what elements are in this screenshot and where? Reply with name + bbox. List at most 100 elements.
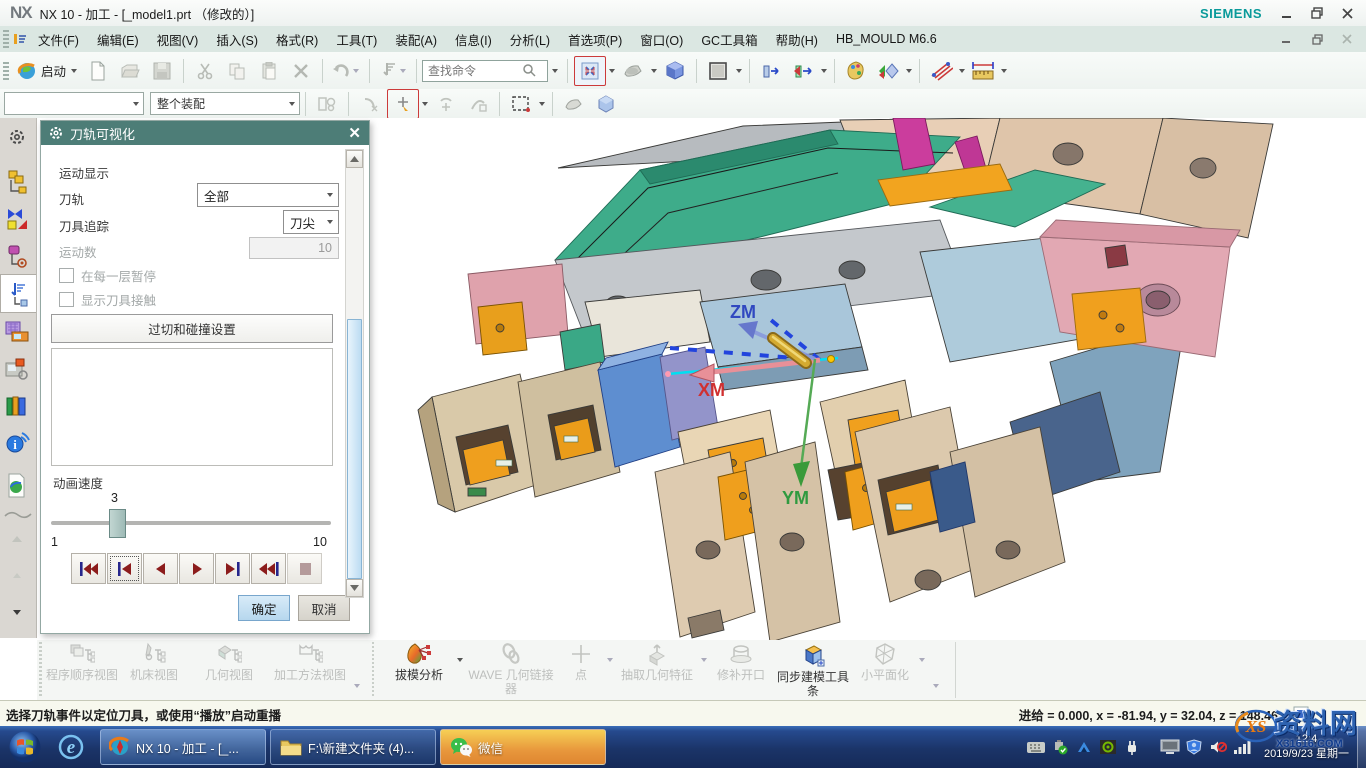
constraint-navigator-tab[interactable]	[0, 200, 34, 237]
tray-action-center-icon[interactable]	[1184, 738, 1204, 756]
true-shading-button[interactable]	[873, 57, 903, 85]
fit-view-button[interactable]	[574, 56, 606, 86]
play-forward-button[interactable]	[179, 553, 214, 584]
display-mode-button[interactable]	[618, 57, 648, 85]
pause-each-level-checkbox[interactable]: 在每一层暂停	[59, 266, 156, 285]
save-button[interactable]	[147, 57, 177, 85]
go-to-start-button[interactable]	[71, 553, 106, 584]
process-navigator-tab[interactable]	[0, 350, 34, 387]
menu-preferences[interactable]: 首选项(P)	[559, 26, 631, 53]
command-finder-input[interactable]	[426, 63, 522, 79]
doc-minimize-button[interactable]	[1276, 31, 1298, 47]
machining-method-view-button[interactable]: 加工方法视图	[268, 642, 352, 682]
snap-rotate-button[interactable]	[431, 90, 461, 118]
ie-taskbar-icon[interactable]: e	[54, 732, 88, 762]
play-backward-button[interactable]	[143, 553, 178, 584]
speed-slider-track[interactable]	[51, 521, 331, 525]
selection-scope-combo[interactable]: 整个装配	[150, 92, 300, 115]
background-button[interactable]	[703, 57, 733, 85]
menu-view[interactable]: 视图(V)	[148, 26, 208, 53]
section-view-button[interactable]	[926, 57, 956, 85]
draft-analysis-button[interactable]: 拔模分析	[383, 642, 455, 682]
tool-tracking-combo[interactable]: 刀尖	[283, 210, 339, 234]
speed-slider-thumb[interactable]	[109, 509, 126, 538]
resource-bar-sash[interactable]	[3, 508, 33, 520]
delete-button[interactable]	[286, 57, 316, 85]
measure-button[interactable]	[968, 57, 998, 85]
close-button[interactable]	[1336, 5, 1358, 21]
bottom-toolbar-handle[interactable]	[39, 642, 42, 696]
stop-button[interactable]	[287, 553, 322, 584]
scrollbar-down-button[interactable]	[346, 579, 363, 597]
new-file-button[interactable]	[83, 57, 113, 85]
marquee-select-button[interactable]	[506, 90, 536, 118]
scrollbar-thumb[interactable]	[347, 319, 362, 579]
menu-hb-mould[interactable]: HB_MOULD M6.6	[827, 28, 946, 50]
menu-help[interactable]: 帮助(H)	[767, 26, 827, 53]
taskbar-wechat-button[interactable]: 微信	[440, 729, 606, 765]
view-orientation-button[interactable]	[660, 57, 690, 85]
menu-gc-toolbox[interactable]: GC工具箱	[692, 26, 766, 53]
toolbar-drag-handle[interactable]	[3, 62, 9, 80]
menu-file[interactable]: 文件(F)	[29, 26, 88, 53]
step-back-button[interactable]	[107, 553, 142, 584]
paste-button[interactable]	[254, 57, 284, 85]
visual-effects-button[interactable]	[841, 57, 871, 85]
shell-select-button[interactable]	[559, 90, 589, 118]
start-orb[interactable]	[8, 730, 42, 764]
snap-filter-button[interactable]	[387, 89, 419, 119]
library-tab[interactable]	[0, 387, 34, 424]
toolpath-event-list[interactable]	[51, 348, 333, 466]
snap-midpoint-button[interactable]	[463, 90, 493, 118]
roles-gear-icon[interactable]	[0, 118, 34, 155]
pull-face-button[interactable]	[788, 57, 818, 85]
menu-edit[interactable]: 编辑(E)	[88, 26, 148, 53]
cancel-button[interactable]: 取消	[298, 595, 350, 621]
program-order-view-button[interactable]: 程序顺序视图	[46, 642, 118, 682]
gouge-check-button[interactable]: 过切和碰撞设置	[51, 314, 333, 343]
menu-drag-handle[interactable]	[3, 30, 9, 48]
doc-close-button[interactable]	[1336, 31, 1358, 47]
internet-info-tab[interactable]: i	[0, 424, 34, 461]
type-filter-combo[interactable]	[4, 92, 144, 115]
cut-button[interactable]	[190, 57, 220, 85]
tray-keyboard-icon[interactable]	[1026, 738, 1046, 756]
part-navigator-tab[interactable]	[0, 237, 34, 274]
extract-geometry-button[interactable]: 抽取几何特征	[615, 642, 699, 682]
menu-information[interactable]: 信息(I)	[446, 26, 501, 53]
history-tab[interactable]	[0, 467, 34, 504]
dialog-scrollbar[interactable]	[345, 149, 364, 598]
facet-body-button[interactable]: 小平面化	[853, 642, 917, 682]
assembly-navigator-tab[interactable]	[0, 163, 34, 200]
dialog-title-bar[interactable]: 刀轨可视化 ✕	[41, 121, 369, 145]
menu-format[interactable]: 格式(R)	[267, 26, 327, 53]
doc-restore-button[interactable]	[1306, 31, 1328, 47]
tray-power-plug-icon[interactable]	[1122, 738, 1142, 756]
menu-analysis[interactable]: 分析(L)	[501, 26, 559, 53]
machine-tool-navigator-tab[interactable]	[0, 313, 34, 350]
tray-nvidia-icon[interactable]	[1098, 738, 1118, 756]
move-face-button[interactable]	[756, 57, 786, 85]
ok-button[interactable]: 确定	[238, 595, 290, 621]
point-button[interactable]: 点	[557, 642, 605, 682]
resource-bar-menu-caret[interactable]	[0, 594, 34, 631]
restore-button[interactable]	[1306, 5, 1328, 21]
step-forward-button[interactable]	[215, 553, 250, 584]
tray-usb-icon[interactable]	[1050, 738, 1070, 756]
tray-autodesk-icon[interactable]	[1074, 738, 1094, 756]
menu-insert[interactable]: 插入(S)	[207, 26, 267, 53]
undo-button[interactable]	[329, 57, 363, 85]
minimize-button[interactable]	[1276, 5, 1298, 21]
show-tool-contact-checkbox[interactable]: 显示刀具接触	[59, 290, 156, 309]
tray-volume-muted-icon[interactable]	[1208, 738, 1228, 756]
snap-point-button[interactable]	[355, 90, 385, 118]
geometry-view-button[interactable]: 几何视图	[190, 642, 268, 682]
wave-geometry-linker-button[interactable]: WAVE 几何链接器	[465, 642, 557, 697]
assembly-constraint-button[interactable]	[312, 90, 342, 118]
open-button[interactable]	[115, 57, 145, 85]
synchronous-modeling-button[interactable]: 同步建模工具条	[773, 642, 853, 699]
toolpath-combo[interactable]: 全部	[197, 183, 339, 207]
dialog-close-icon[interactable]: ✕	[348, 124, 361, 142]
menu-window[interactable]: 窗口(O)	[631, 26, 692, 53]
go-to-end-button[interactable]	[251, 553, 286, 584]
